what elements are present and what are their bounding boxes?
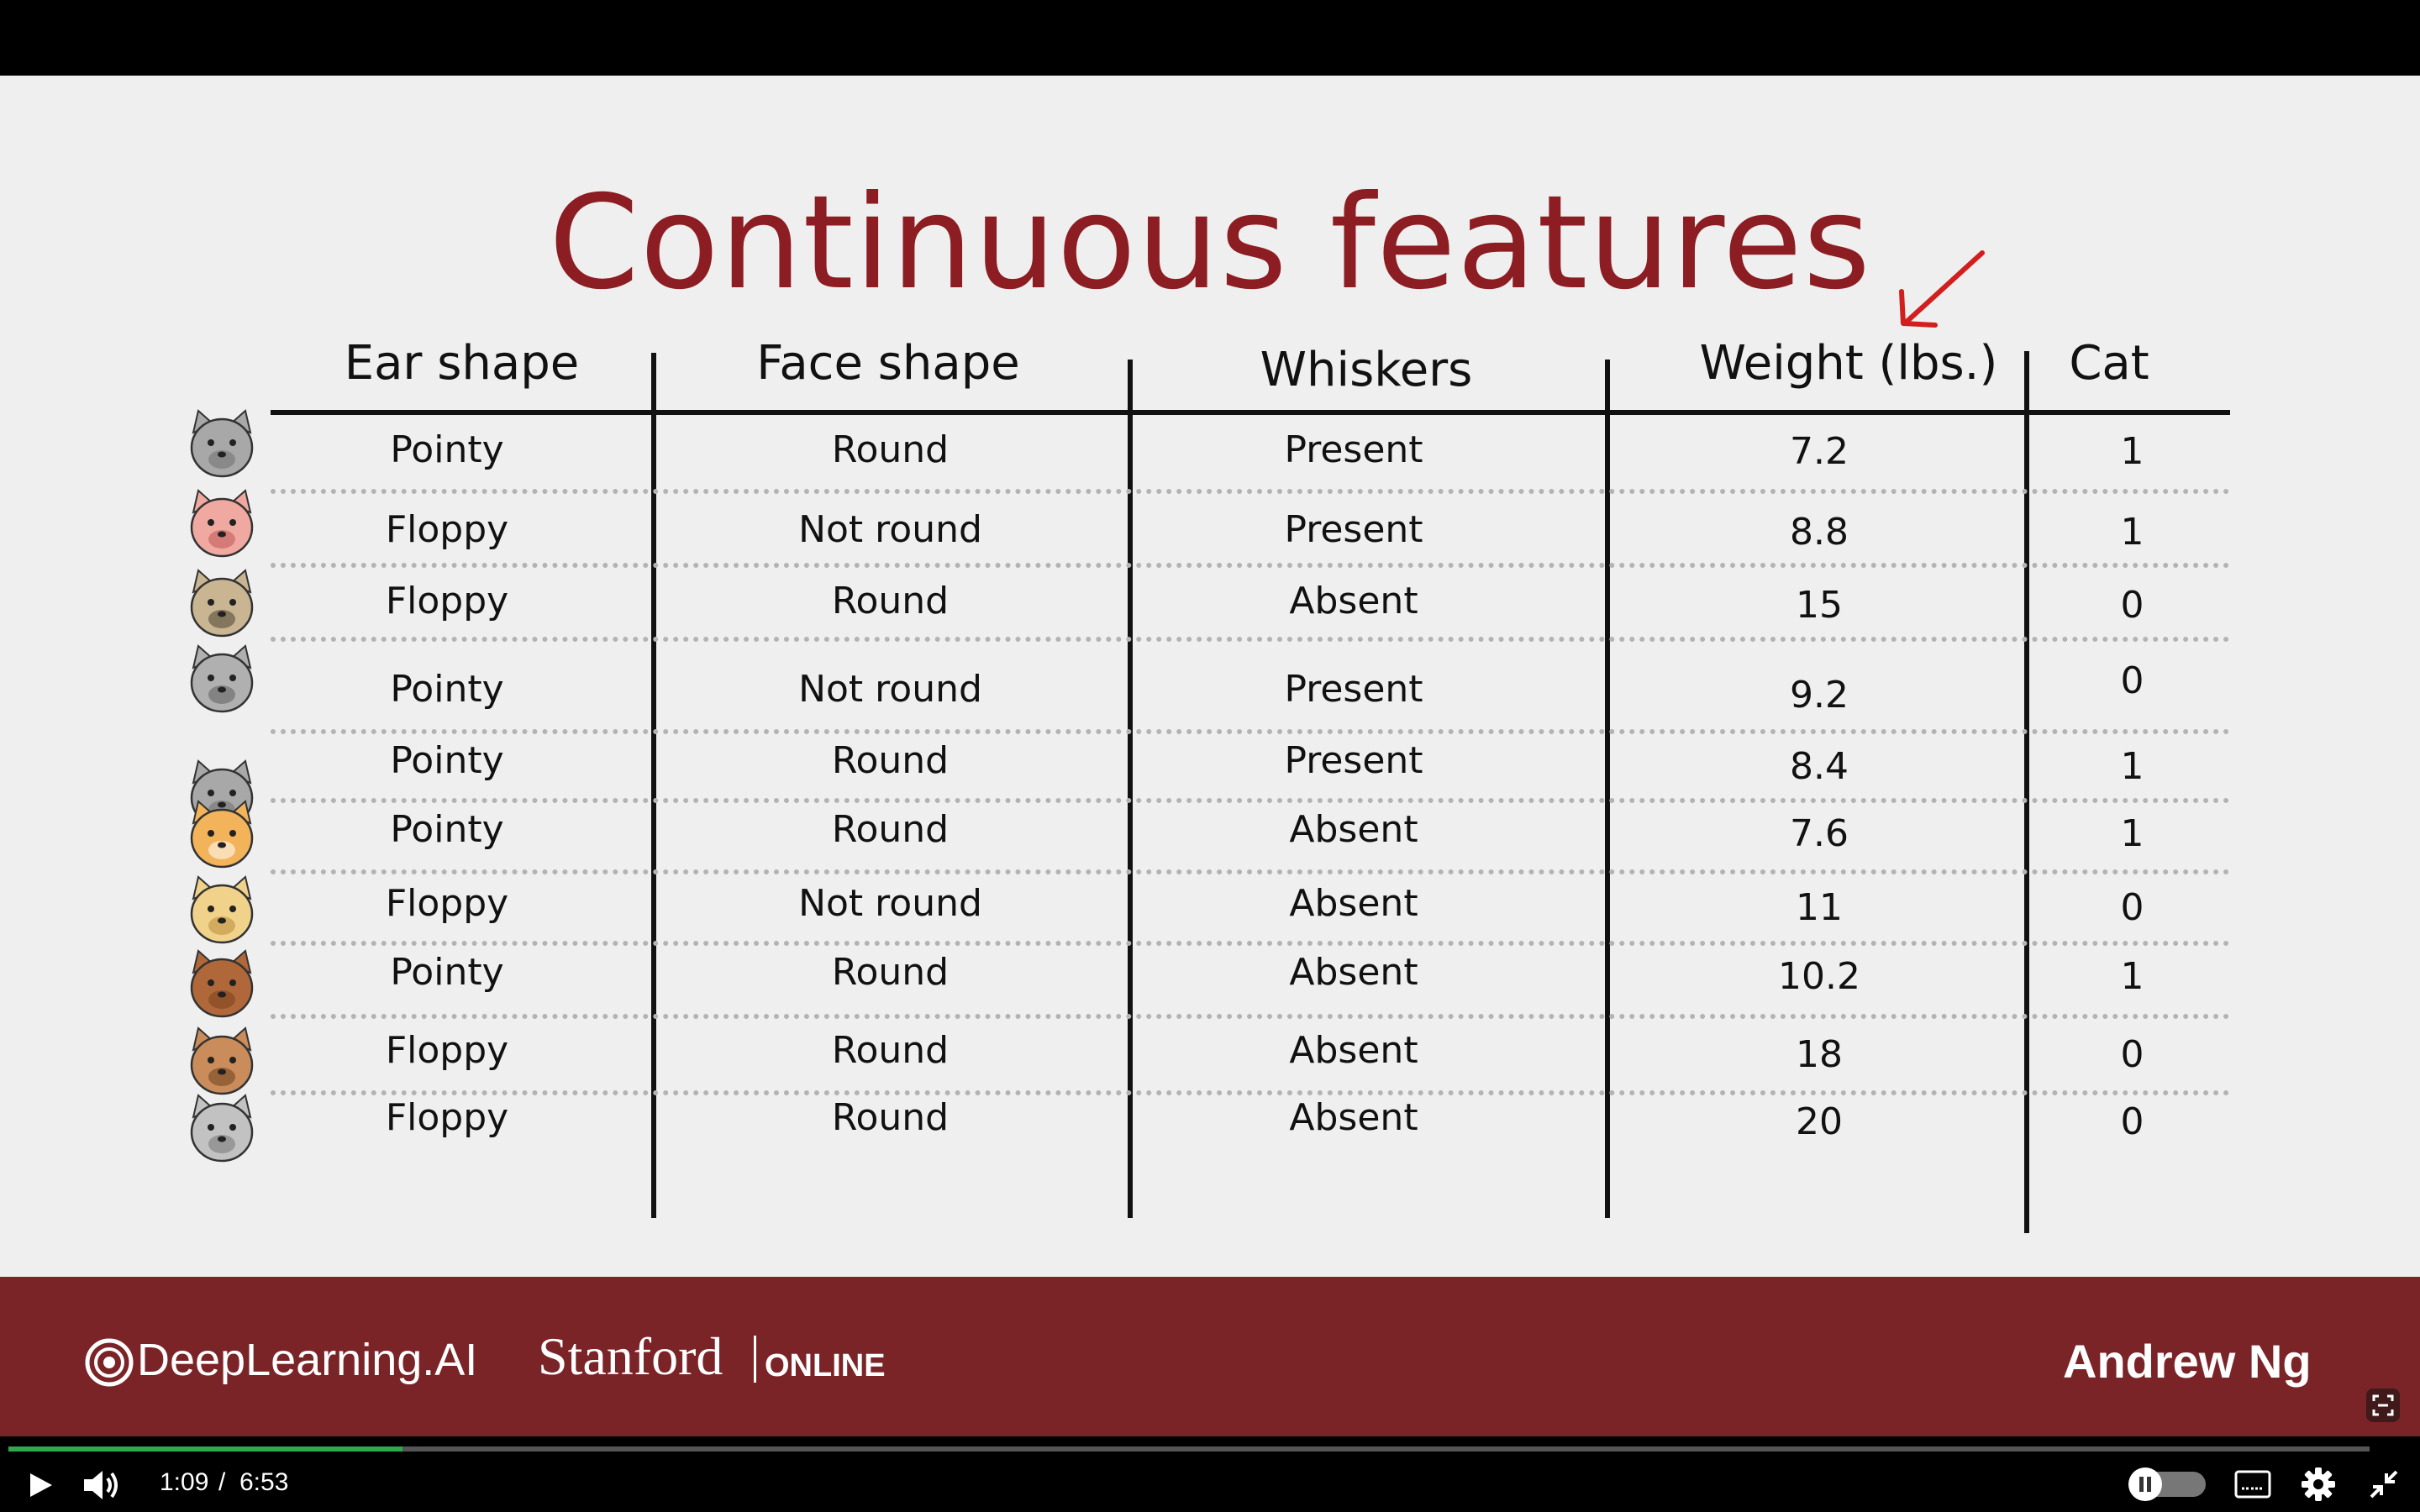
row-separator — [271, 1090, 2230, 1095]
play-icon[interactable] — [24, 1468, 57, 1502]
slide: Continuous features Ear shape Face shape… — [0, 76, 2420, 1277]
table-cell-face: Round — [831, 739, 950, 782]
table-cell-cat: 1 — [2120, 745, 2144, 788]
table-cell-ear: Floppy — [385, 1096, 509, 1139]
row-separator — [271, 563, 2230, 568]
gray-cat-icon — [190, 409, 254, 478]
table-cell-face: Round — [831, 1096, 950, 1139]
video-player[interactable]: Continuous features Ear shape Face shape… — [0, 0, 2420, 1512]
header-underline — [271, 410, 2230, 415]
column-header-ear-shape: Ear shape — [344, 336, 580, 391]
table-cell-whiskers: Absent — [1289, 580, 1418, 622]
table-cell-cat: 1 — [2120, 812, 2144, 855]
table-cell-face: Not round — [798, 882, 982, 925]
row-separator — [271, 637, 2230, 642]
brown-dog-icon — [190, 1026, 254, 1095]
stanford-brand: Stanford — [538, 1326, 723, 1386]
autoplay-pause-icon — [2128, 1467, 2162, 1501]
autoplay-toggle[interactable] — [2128, 1467, 2206, 1501]
screen-capture-icon[interactable] — [2365, 1388, 2401, 1423]
presenter-name: Andrew Ng — [2063, 1335, 2312, 1388]
table-cell-ear: Pointy — [390, 808, 504, 851]
row-separator — [271, 798, 2230, 803]
progress-bar[interactable] — [8, 1446, 2370, 1452]
table-cell-weight: 10.2 — [1778, 955, 1860, 998]
table-cell-weight: 11 — [1796, 886, 1843, 929]
table-cell-whiskers: Present — [1284, 428, 1423, 471]
column-header-weight: Weight (lbs.) — [1699, 336, 1998, 391]
table-cell-weight: 18 — [1796, 1033, 1843, 1076]
table-cell-face: Round — [831, 1029, 950, 1072]
table-cell-whiskers: Absent — [1289, 951, 1418, 994]
deeplearning-brand: DeepLearning.AI — [137, 1335, 478, 1385]
table-cell-ear: Pointy — [390, 428, 504, 471]
table-cell-whiskers: Absent — [1289, 1096, 1418, 1139]
settings-gear-icon[interactable] — [2301, 1467, 2336, 1502]
table-cell-cat: 0 — [2120, 886, 2144, 929]
table-cell-cat: 0 — [2120, 584, 2144, 627]
table-cell-whiskers: Present — [1284, 508, 1423, 551]
exit-fullscreen-icon[interactable] — [2368, 1468, 2400, 1500]
orange-cat-icon — [190, 800, 254, 869]
table-cell-cat: 0 — [2120, 1100, 2144, 1143]
table-cell-face: Round — [831, 428, 950, 471]
table-cell-cat: 0 — [2120, 1033, 2144, 1076]
subtitles-icon[interactable] — [2233, 1469, 2272, 1499]
table-cell-whiskers: Absent — [1289, 808, 1418, 851]
brand-divider — [754, 1336, 756, 1383]
row-separator — [271, 729, 2230, 734]
column-divider — [651, 353, 656, 1218]
table-cell-face: Not round — [798, 668, 982, 711]
column-header-face-shape: Face shape — [756, 336, 1020, 391]
table-cell-ear: Floppy — [385, 508, 509, 551]
row-separator — [271, 1014, 2230, 1019]
table-cell-ear: Floppy — [385, 882, 509, 925]
table-cell-ear: Pointy — [390, 668, 504, 711]
gray-wolf-dog-icon — [190, 644, 254, 713]
pug-dog-icon — [190, 569, 254, 638]
progress-fill — [8, 1446, 403, 1452]
table-cell-cat: 0 — [2120, 659, 2144, 702]
row-separator — [271, 941, 2230, 946]
table-cell-face: Not round — [798, 508, 982, 551]
table-cell-cat: 1 — [2120, 430, 2144, 473]
table-cell-weight: 9.2 — [1790, 674, 1849, 717]
volume-icon[interactable] — [81, 1467, 121, 1504]
slide-footer: DeepLearning.AI Stanford ONLINE Andrew N… — [0, 1277, 2420, 1436]
table-cell-ear: Pointy — [390, 739, 504, 782]
table-cell-face: Round — [831, 951, 950, 994]
table-cell-face: Round — [831, 580, 950, 622]
deeplearning-logo-icon — [85, 1338, 134, 1387]
table-cell-weight: 8.8 — [1790, 511, 1849, 554]
table-cell-whiskers: Present — [1284, 739, 1423, 782]
yellow-dog-icon — [190, 875, 254, 944]
gray-dog-icon — [190, 1094, 254, 1163]
brown-cat-icon — [190, 949, 254, 1018]
table-cell-weight: 7.2 — [1790, 430, 1849, 473]
current-time: 1:09 — [160, 1468, 209, 1496]
column-header-cat: Cat — [2069, 336, 2149, 391]
slide-title: Continuous features — [549, 168, 1871, 318]
table-cell-cat: 1 — [2120, 955, 2144, 998]
table-cell-whiskers: Present — [1284, 668, 1423, 711]
duration: 6:53 — [239, 1468, 289, 1496]
red-arrow-annotation — [1899, 250, 1985, 328]
row-separator — [271, 489, 2230, 494]
time-separator: / — [218, 1468, 226, 1496]
table-cell-weight: 8.4 — [1790, 745, 1849, 788]
row-separator — [271, 869, 2230, 874]
table-cell-ear: Pointy — [390, 951, 504, 994]
table-cell-cat: 1 — [2120, 511, 2144, 554]
table-cell-ear: Floppy — [385, 580, 509, 622]
table-cell-weight: 7.6 — [1790, 812, 1849, 855]
stanford-online-label: ONLINE — [765, 1348, 886, 1383]
table-cell-weight: 20 — [1796, 1100, 1843, 1143]
table-cell-ear: Floppy — [385, 1029, 509, 1072]
table-cell-face: Round — [831, 808, 950, 851]
table-cell-weight: 15 — [1796, 584, 1843, 627]
pink-cat-icon — [190, 489, 254, 558]
column-header-whiskers: Whiskers — [1260, 343, 1473, 397]
table-cell-whiskers: Absent — [1289, 1029, 1418, 1072]
table-cell-whiskers: Absent — [1289, 882, 1418, 925]
